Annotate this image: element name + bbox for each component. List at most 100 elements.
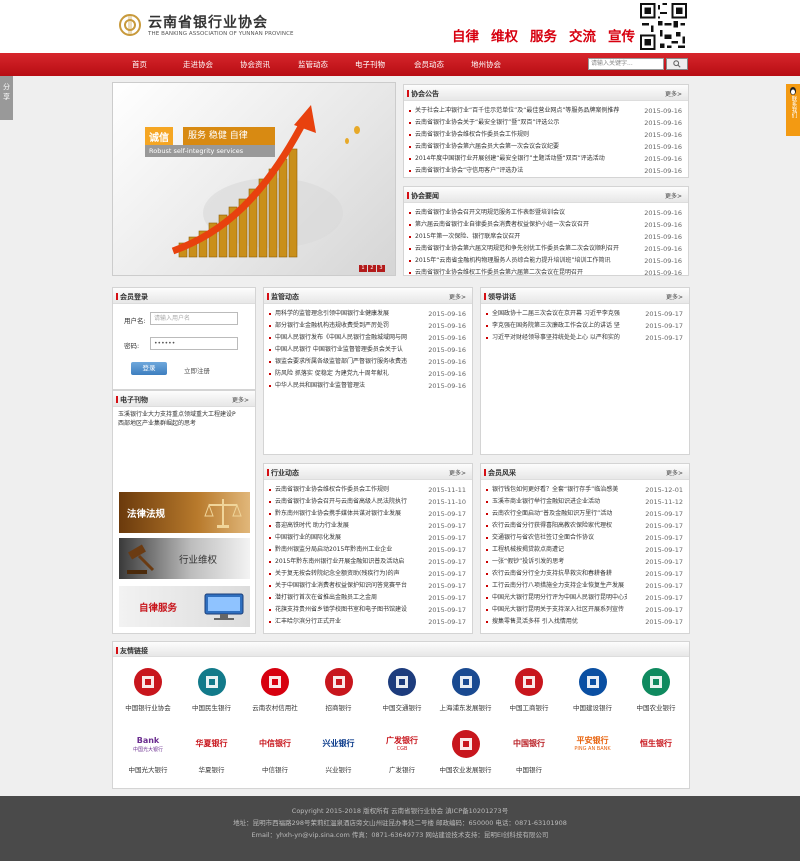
list-item[interactable]: 喜迎高铁时代 助力行业发展 2015-09-17 xyxy=(269,520,466,532)
news-title[interactable]: 2015年黔东南州银行业开展金融知识普及活动启 xyxy=(275,556,410,568)
list-item[interactable]: 云南省银行业协会维权合作委员会工作规则 2015-11-11 xyxy=(269,484,466,496)
list-item[interactable]: 2015年“云南省金融机构物理服务人员综合能力提升培训班”培训工作简讯 2015-… xyxy=(409,255,682,267)
list-item[interactable]: 关于复无按会转院纪念全额资助(残疾行为)的声 2015-09-17 xyxy=(269,568,466,580)
news-title[interactable]: 云南省银行业协会第六届文明规范和争先创优工作委员会第二次会议顺利召开 xyxy=(415,243,630,255)
news-title[interactable]: 关于复无按会转院纪念全额资助(残疾行为)的声 xyxy=(275,568,410,580)
list-item[interactable]: 潜打银行首次在省推出金融员工之金周 2015-09-17 xyxy=(269,592,466,604)
list-item[interactable]: 交通银行与省农信社签订全面合作协议 2015-09-17 xyxy=(486,532,683,544)
news-title[interactable]: 云南省银行业协会关于“最安全银行”暨“双百”评选公示 xyxy=(415,117,630,129)
news-title[interactable]: 关于社会上冲银行业“百千佳示范单位”及“最佳营业网点”等服务品牌案例推荐 xyxy=(415,105,630,117)
list-item[interactable]: 农行云南省分行全力支持抗旱救灾和春耕备耕 2015-09-17 xyxy=(486,568,683,580)
nav-ebook[interactable]: 电子刊物 xyxy=(355,59,385,70)
list-item[interactable]: 中国银行业的国际化发展 2015-09-17 xyxy=(269,532,466,544)
search-button[interactable] xyxy=(666,58,688,70)
news-title[interactable]: 黔南州银监分局启动2015年黔南州工业企业 xyxy=(275,544,410,556)
friend-link[interactable]: 中国工商银行 xyxy=(497,664,561,712)
banner-dot[interactable]: 3 xyxy=(377,265,385,272)
list-item[interactable]: 银监会要求所属各级监管部门严督银行服务收费违 2015-09-16 xyxy=(269,356,466,368)
search-input[interactable]: 请输入关键字... xyxy=(588,58,664,70)
news-title[interactable]: 搜集零售灵活多样 引入找情用优 xyxy=(492,616,627,628)
list-item[interactable]: 工程机械按揭贷款点商遭记 2015-09-17 xyxy=(486,544,683,556)
list-item[interactable]: 部分银行业金融机构违规收费受到严厉处罚 2015-09-16 xyxy=(269,320,466,332)
news-title[interactable]: 习近平对财经领导事坚持统处处上心 以严和实的 xyxy=(492,332,627,344)
news-title[interactable]: 潜打银行首次在省推出金融员工之金周 xyxy=(275,592,410,604)
friend-link[interactable]: 平安银行 PING AN BANK xyxy=(561,726,625,764)
list-item[interactable]: 中华人民共和国银行业监督管理法 2015-09-16 xyxy=(269,380,466,392)
friend-link[interactable]: Bank 中国光大银行 中国光大银行 xyxy=(116,726,180,775)
list-item[interactable]: 汇丰哈尔滨分行正式开业 2015-09-17 xyxy=(269,616,466,628)
news-title[interactable]: 银行钱包如何更好看？全套“银行存手”临治感美 xyxy=(492,484,627,496)
friend-link[interactable]: 中国农业银行 xyxy=(624,664,688,712)
news-title[interactable]: 中国光大银行昆明分行评为中国人民银行昆明中心支 xyxy=(492,592,627,604)
list-item[interactable]: 中国光大银行昆明分行评为中国人民银行昆明中心支 2015-09-17 xyxy=(486,592,683,604)
friend-link[interactable]: 兴业银行 兴业银行 xyxy=(307,726,371,774)
list-item[interactable]: 云南省银行业协会第六届文明规范和争先创优工作委员会第二次会议顺利召开 2015-0… xyxy=(409,243,682,255)
news-title[interactable]: 喜迎高铁时代 助力行业发展 xyxy=(275,520,410,532)
list-item[interactable]: 云南省银行业协会召开文明规范服务工作表彰暨培训会议 2015-09-16 xyxy=(409,207,682,219)
nav-home[interactable]: 首页 xyxy=(132,59,147,70)
news-title[interactable]: 花旗支持贵州省乡镇学校图书室和电子图书馆建设 xyxy=(275,604,410,616)
share-tab[interactable]: 分享 xyxy=(0,76,13,120)
news-title[interactable]: 银监会要求所属各级监管部门严督银行服务收费违 xyxy=(275,356,410,368)
list-item[interactable]: 搜集零售灵活多样 引入找情用优 2015-09-17 xyxy=(486,616,683,628)
friend-link[interactable]: 恒生银行 xyxy=(624,726,688,764)
list-item[interactable]: 花旗支持贵州省乡镇学校图书室和电子图书馆建设 2015-09-17 xyxy=(269,604,466,616)
hero-banner[interactable]: 诚信 服务 稳健 自律 Robust self-integrity servic… xyxy=(112,82,396,276)
list-item[interactable]: 云南省银行业协会“守信用客户”评选办法 2015-09-16 xyxy=(409,165,682,177)
list-item[interactable]: 工行云南分行八项措施全力支持企业恢复生产发展 2015-09-17 xyxy=(486,580,683,592)
news-title[interactable]: 用科学的监管理念引领中国银行业健康发展 xyxy=(275,308,410,320)
banner-dot[interactable]: 2 xyxy=(368,265,376,272)
list-item[interactable]: 云南省银行业协会第六届会员大会第一次会议会议纪要 2015-09-16 xyxy=(409,141,682,153)
list-item[interactable]: 云南农行全面启动“普及金融知识万里行”活动 2015-09-17 xyxy=(486,508,683,520)
list-item[interactable]: 黔南州银监分局启动2015年黔南州工业企业 2015-09-17 xyxy=(269,544,466,556)
list-item[interactable]: 全国政协十二届三次会议在京开幕 习近平李克强 2015-09-17 xyxy=(486,308,683,320)
list-item[interactable]: 习近平对财经领导事坚持统处处上心 以严和实的 2015-09-17 xyxy=(486,332,683,344)
nav-regulation[interactable]: 监管动态 xyxy=(298,59,328,70)
news-title[interactable]: 中国人民银行发布《中国人民银行金融城域网与网 xyxy=(275,332,410,344)
qq-contact-tab[interactable]: 联系我们 xyxy=(786,84,800,136)
news-title[interactable]: 中国银行业的国际化发展 xyxy=(275,532,410,544)
self-service-banner[interactable]: 自律服务 xyxy=(119,586,250,627)
news-title[interactable]: 玉溪市商业银行举行金融知识进企业活动 xyxy=(492,496,627,508)
login-button[interactable]: 登录 xyxy=(131,362,167,375)
association-name[interactable]: 云南省银行业协会 xyxy=(148,12,268,32)
list-item[interactable]: 黔东南州银行业协会携手媒体共谋对银行业发展 2015-09-17 xyxy=(269,508,466,520)
nav-member[interactable]: 会员动态 xyxy=(414,59,444,70)
friend-link[interactable]: 中国建设银行 xyxy=(561,664,625,712)
rights-banner[interactable]: 行业维权 xyxy=(119,538,250,579)
law-banner[interactable]: 法律法规 xyxy=(119,492,250,533)
news-title[interactable]: 关于中国银行业消费者权益保护知识问答竞赛平台 xyxy=(275,580,410,592)
news-title[interactable]: 交通银行与省农信社签订全面合作协议 xyxy=(492,532,627,544)
list-item[interactable]: 中国人民银行 中国银行业监督管理委员会关于认 2015-09-16 xyxy=(269,344,466,356)
list-item[interactable]: 李克强在国务院第三次廉政工作会议上的讲话 坚 2015-09-17 xyxy=(486,320,683,332)
friend-link[interactable]: 中国银行业协会 xyxy=(116,664,180,712)
news-title[interactable]: 一张“假钞”投诉引发的思考 xyxy=(492,556,627,568)
nav-news[interactable]: 协会资讯 xyxy=(240,59,270,70)
list-item[interactable]: 云南省银行业协会召开与云南省高级人民法院执行 2015-11-10 xyxy=(269,496,466,508)
friend-link[interactable]: 中国民生银行 xyxy=(180,664,244,712)
list-item[interactable]: 用科学的监管理念引领中国银行业健康发展 2015-09-16 xyxy=(269,308,466,320)
news-title[interactable]: 李克强在国务院第三次廉政工作会议上的讲话 坚 xyxy=(492,320,627,332)
association-logo-icon[interactable] xyxy=(118,13,142,37)
banner-dot[interactable]: 1 xyxy=(359,265,367,272)
news-title[interactable]: 黔东南州银行业协会携手媒体共谋对银行业发展 xyxy=(275,508,410,520)
news-title[interactable]: 农行云南省分行全力支持抗旱救灾和春耕备耕 xyxy=(492,568,627,580)
news-title[interactable]: 云南农行全面启动“普及金融知识万里行”活动 xyxy=(492,508,627,520)
industry-more-link[interactable]: 更多> xyxy=(449,468,466,477)
notice-more-link[interactable]: 更多> xyxy=(665,89,682,98)
news-title[interactable]: 部分银行业金融机构违规收费受到严厉处罚 xyxy=(275,320,410,332)
member-more-link[interactable]: 更多> xyxy=(666,468,683,477)
friend-link[interactable]: 招商银行 xyxy=(307,664,371,712)
ebook-line[interactable]: 玉溪银行业大力支持重点领域重大工程建设P xyxy=(118,410,236,419)
list-item[interactable]: 云南省银行业协会维权合作委员会工作规则 2015-09-16 xyxy=(409,129,682,141)
nav-about[interactable]: 走进协会 xyxy=(183,59,213,70)
news-title[interactable]: 云南省银行业协会“守信用客户”评选办法 xyxy=(415,165,630,177)
news-title[interactable]: 中国光大银行昆明关于支持深入社区开展系列宣传 xyxy=(492,604,627,616)
friend-link[interactable]: 中国银行 中国银行 xyxy=(497,726,561,774)
friend-link[interactable]: 上海浦东发展银行 xyxy=(434,664,498,712)
list-item[interactable]: 中国人民银行发布《中国人民银行金融城域网与网 2015-09-16 xyxy=(269,332,466,344)
list-item[interactable]: 第六届云南省银行业自律委员会消费者权益保护小组一次会议召开 2015-09-16 xyxy=(409,219,682,231)
news-title[interactable]: 工程机械按揭贷款点商遭记 xyxy=(492,544,627,556)
list-item[interactable]: 中国光大银行昆明关于支持深入社区开展系列宣传 2015-09-17 xyxy=(486,604,683,616)
news-title[interactable]: 云南省银行业协会召开与云南省高级人民法院执行 xyxy=(275,496,410,508)
